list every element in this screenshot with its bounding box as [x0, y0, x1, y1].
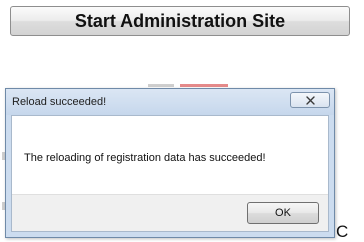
dialog-message: The reloading of registration data has s…: [24, 152, 266, 164]
background-fragment: [148, 84, 174, 87]
background-text-fragment: C: [336, 222, 349, 241]
reload-dialog: Reload succeeded! The reloading of regis…: [5, 88, 335, 238]
ok-button-label: OK: [275, 207, 291, 219]
start-administration-site-label: Start Administration Site: [74, 10, 286, 31]
close-icon: [305, 95, 315, 105]
dialog-titlebar: Reload succeeded!: [6, 89, 334, 115]
background-fragment: [180, 84, 228, 87]
dialog-body: The reloading of registration data has s…: [11, 115, 329, 232]
dialog-title: Reload succeeded!: [12, 96, 107, 108]
ok-button[interactable]: OK: [247, 202, 319, 224]
dialog-footer: OK: [12, 194, 328, 231]
start-administration-site-button[interactable]: Start Administration Site: [10, 6, 350, 36]
dialog-close-button[interactable]: [290, 92, 330, 108]
